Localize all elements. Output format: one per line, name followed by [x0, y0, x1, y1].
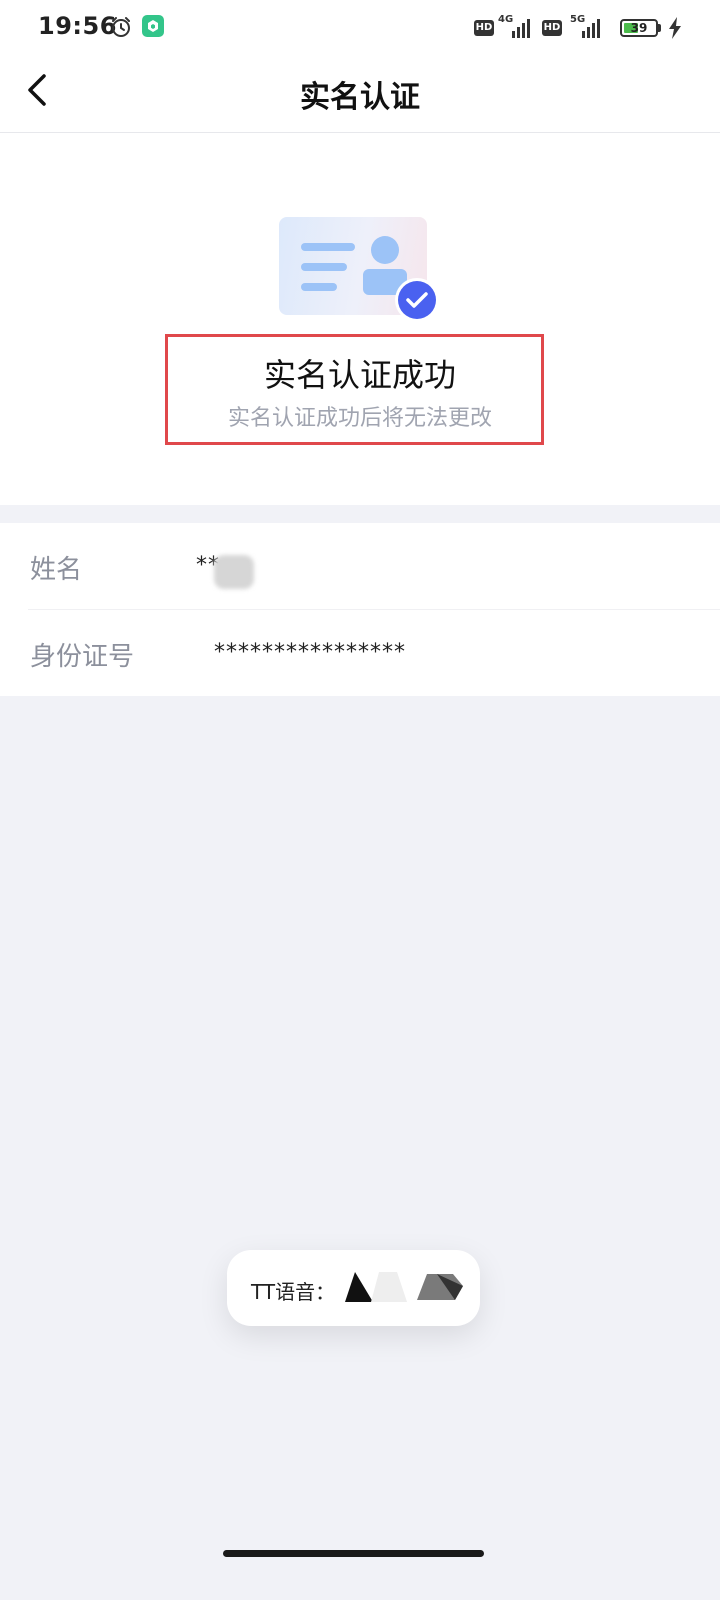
- verification-result-card: 实名认证成功 实名认证成功后将无法更改: [0, 133, 720, 505]
- hd-icon-2: HD: [542, 20, 562, 36]
- network-4g-label: 4G: [498, 14, 514, 25]
- battery-tip: [658, 24, 661, 32]
- redacted-blur: [214, 555, 254, 589]
- success-subtitle: 实名认证成功后将无法更改: [227, 406, 492, 431]
- redacted-mosaic: [345, 1272, 463, 1302]
- page-title: 实名认证: [300, 80, 420, 115]
- id-number-value: ****************: [214, 640, 406, 665]
- signal-icon: [512, 19, 530, 38]
- status-bar: 19:56 HD 4G HD 5G 39: [0, 0, 720, 56]
- battery-level: 39: [630, 21, 648, 35]
- battery-icon: 39: [620, 19, 658, 37]
- identity-info-list: 姓名 ** 身份证号 ****************: [0, 523, 720, 696]
- status-time: 19:56: [38, 12, 117, 40]
- charging-icon: [669, 17, 681, 39]
- nav-bar: 实名认证: [0, 56, 720, 133]
- list-item-name: 姓名 **: [0, 523, 720, 610]
- verified-check-icon: [395, 278, 439, 322]
- hd-icon: HD: [474, 20, 494, 36]
- home-indicator[interactable]: [223, 1550, 484, 1557]
- alarm-icon: [112, 17, 130, 37]
- list-item-id-number: 身份证号 ****************: [0, 610, 720, 696]
- status-icons: HD 4G HD 5G 39: [474, 14, 694, 42]
- toast-label: TT语音：: [251, 1280, 336, 1304]
- signal-icon-2: [582, 19, 600, 38]
- success-title: 实名认证成功: [263, 356, 456, 394]
- app-notification-icon: [142, 15, 164, 37]
- id-number-label: 身份证号: [30, 642, 135, 672]
- name-label: 姓名: [30, 555, 83, 585]
- toast-message: TT语音：: [227, 1250, 480, 1326]
